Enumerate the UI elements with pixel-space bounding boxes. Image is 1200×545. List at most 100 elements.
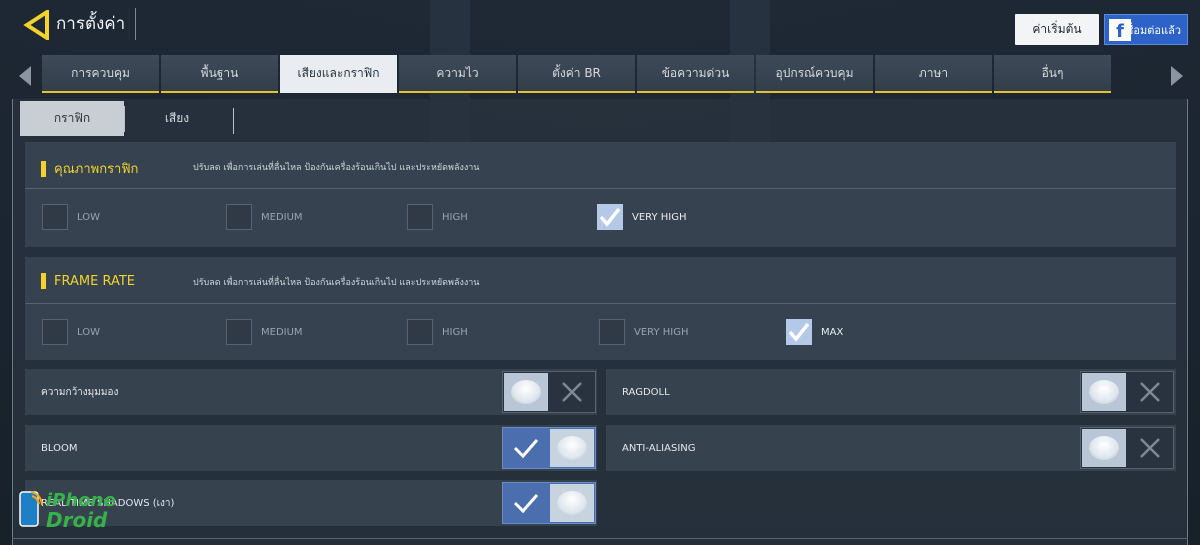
tab-controller[interactable]: อุปกรณ์ควบคุม xyxy=(756,55,873,93)
frame-rate-section: FRAME RATE ปรับลด เพื่อการเล่นที่ลื่นไหล… xyxy=(25,257,1176,360)
divider xyxy=(12,538,1188,539)
shadows-toggle[interactable] xyxy=(502,482,596,524)
divider xyxy=(25,188,1176,189)
checkbox[interactable] xyxy=(226,319,252,345)
option-label: HIGH xyxy=(442,211,468,223)
section-header: คุณภาพกราฟิก xyxy=(41,158,138,179)
section-description: ปรับลด เพื่อการเล่นที่ลื่นไหล ป้องกันเคร… xyxy=(193,163,480,173)
back-arrow-icon xyxy=(23,10,49,40)
subtab-graphics[interactable]: กราฟิก xyxy=(20,101,124,136)
graphics-quality-section: คุณภาพกราฟิก ปรับลด เพื่อการเล่นที่ลื่นไ… xyxy=(25,142,1176,247)
fov-toggle[interactable] xyxy=(502,371,596,413)
knob-icon xyxy=(1089,436,1119,460)
tab-language[interactable]: ภาษา xyxy=(875,55,992,93)
checkbox-checked[interactable] xyxy=(786,319,812,345)
option-label: MEDIUM xyxy=(261,211,303,223)
watermark-logo: iPhone Droid xyxy=(16,486,116,536)
knob-icon xyxy=(557,491,587,515)
framerate-option-low[interactable]: LOW xyxy=(42,319,100,345)
bloom-row: BLOOM xyxy=(25,425,597,471)
toggle-off-indicator xyxy=(1128,429,1172,467)
ragdoll-label: RAGDOLL xyxy=(622,386,670,398)
option-label: LOW xyxy=(77,211,100,223)
section-accent-bar xyxy=(41,273,46,289)
section-title: FRAME RATE xyxy=(54,273,135,289)
watermark-text: Droid xyxy=(46,508,108,532)
chevron-right-icon xyxy=(1171,66,1183,86)
toggle-knob xyxy=(1082,373,1126,411)
option-label: VERY HIGH xyxy=(634,326,689,338)
checkbox[interactable] xyxy=(226,204,252,230)
tab-br-settings[interactable]: ตั้งค่า BR xyxy=(518,55,635,93)
ragdoll-row: RAGDOLL xyxy=(606,369,1176,415)
section-header: FRAME RATE xyxy=(41,273,135,289)
checkbox[interactable] xyxy=(407,204,433,230)
tab-sensitivity[interactable]: ความไว xyxy=(399,55,516,93)
back-button[interactable] xyxy=(22,10,52,40)
checkmark-icon xyxy=(513,439,539,459)
main-tabs: การควบคุม พื้นฐาน เสียงและกราฟิก ความไว … xyxy=(42,55,1111,93)
toggle-knob xyxy=(550,484,594,522)
tab-audio-graphics[interactable]: เสียงและกราฟิก xyxy=(280,55,397,93)
divider xyxy=(25,303,1176,304)
toggle-knob xyxy=(504,373,548,411)
tab-other[interactable]: อื่นๆ xyxy=(994,55,1111,93)
option-label: MEDIUM xyxy=(261,326,303,338)
quality-option-low[interactable]: LOW xyxy=(42,204,100,230)
framerate-option-high[interactable]: HIGH xyxy=(407,319,468,345)
close-icon xyxy=(562,382,582,402)
tab-scroll-right-button[interactable] xyxy=(1166,62,1188,90)
knob-icon xyxy=(511,380,541,404)
facebook-connect-button[interactable]: f เชื่อมต่อแล้ว xyxy=(1104,14,1188,45)
bloom-label: BLOOM xyxy=(41,442,78,454)
toggle-off-indicator xyxy=(550,373,594,411)
tab-controls[interactable]: การควบคุม xyxy=(42,55,159,93)
quality-option-medium[interactable]: MEDIUM xyxy=(226,204,303,230)
framerate-option-very-high[interactable]: VERY HIGH xyxy=(599,319,689,345)
subtab-divider xyxy=(233,108,234,134)
anti-aliasing-toggle[interactable] xyxy=(1080,427,1174,469)
section-title: คุณภาพกราฟิก xyxy=(54,162,139,177)
facebook-icon: f xyxy=(1109,19,1131,41)
anti-aliasing-label: ANTI-ALIASING xyxy=(622,442,696,454)
option-label: HIGH xyxy=(442,326,468,338)
option-label: VERY HIGH xyxy=(632,211,687,223)
knob-icon xyxy=(557,436,587,460)
checkbox[interactable] xyxy=(407,319,433,345)
checkbox[interactable] xyxy=(42,204,68,230)
quality-option-high[interactable]: HIGH xyxy=(407,204,468,230)
tab-basic[interactable]: พื้นฐาน xyxy=(161,55,278,93)
ragdoll-toggle[interactable] xyxy=(1080,371,1174,413)
checkbox[interactable] xyxy=(599,319,625,345)
chevron-left-icon xyxy=(19,66,31,86)
framerate-option-medium[interactable]: MEDIUM xyxy=(226,319,303,345)
toggle-knob xyxy=(1082,429,1126,467)
close-icon xyxy=(1140,438,1160,458)
tab-scroll-left-button[interactable] xyxy=(14,62,36,90)
framerate-option-max[interactable]: MAX xyxy=(786,319,843,345)
toggle-off-indicator xyxy=(1128,373,1172,411)
option-label: LOW xyxy=(77,326,100,338)
reset-defaults-button[interactable]: ค่าเริ่มต้น xyxy=(1015,14,1099,45)
toggle-on-indicator xyxy=(504,484,548,522)
sub-tabs: กราฟิก เสียง xyxy=(20,101,229,136)
bloom-toggle[interactable] xyxy=(502,427,596,469)
quality-option-very-high[interactable]: VERY HIGH xyxy=(597,204,687,230)
checkbox[interactable] xyxy=(42,319,68,345)
checkmark-icon xyxy=(513,494,539,514)
checkmark-icon xyxy=(599,207,621,227)
section-accent-bar xyxy=(41,160,46,177)
anti-aliasing-row: ANTI-ALIASING xyxy=(606,425,1176,471)
option-label: MAX xyxy=(821,326,844,338)
checkbox-checked[interactable] xyxy=(597,204,623,230)
section-description: ปรับลด เพื่อการเล่นที่ลื่นไหล ป้องกันเคร… xyxy=(193,278,480,288)
toggle-on-indicator xyxy=(504,429,548,467)
phone-icon xyxy=(19,491,43,527)
knob-icon xyxy=(1089,380,1119,404)
fov-row: ความกว้างมุมมอง xyxy=(25,369,597,415)
subtab-audio[interactable]: เสียง xyxy=(125,101,229,136)
page-title: การตั้งค่า xyxy=(56,8,137,40)
checkmark-icon xyxy=(788,322,810,342)
tab-quick-messages[interactable]: ข้อความด่วน xyxy=(637,55,754,93)
toggle-knob xyxy=(550,429,594,467)
